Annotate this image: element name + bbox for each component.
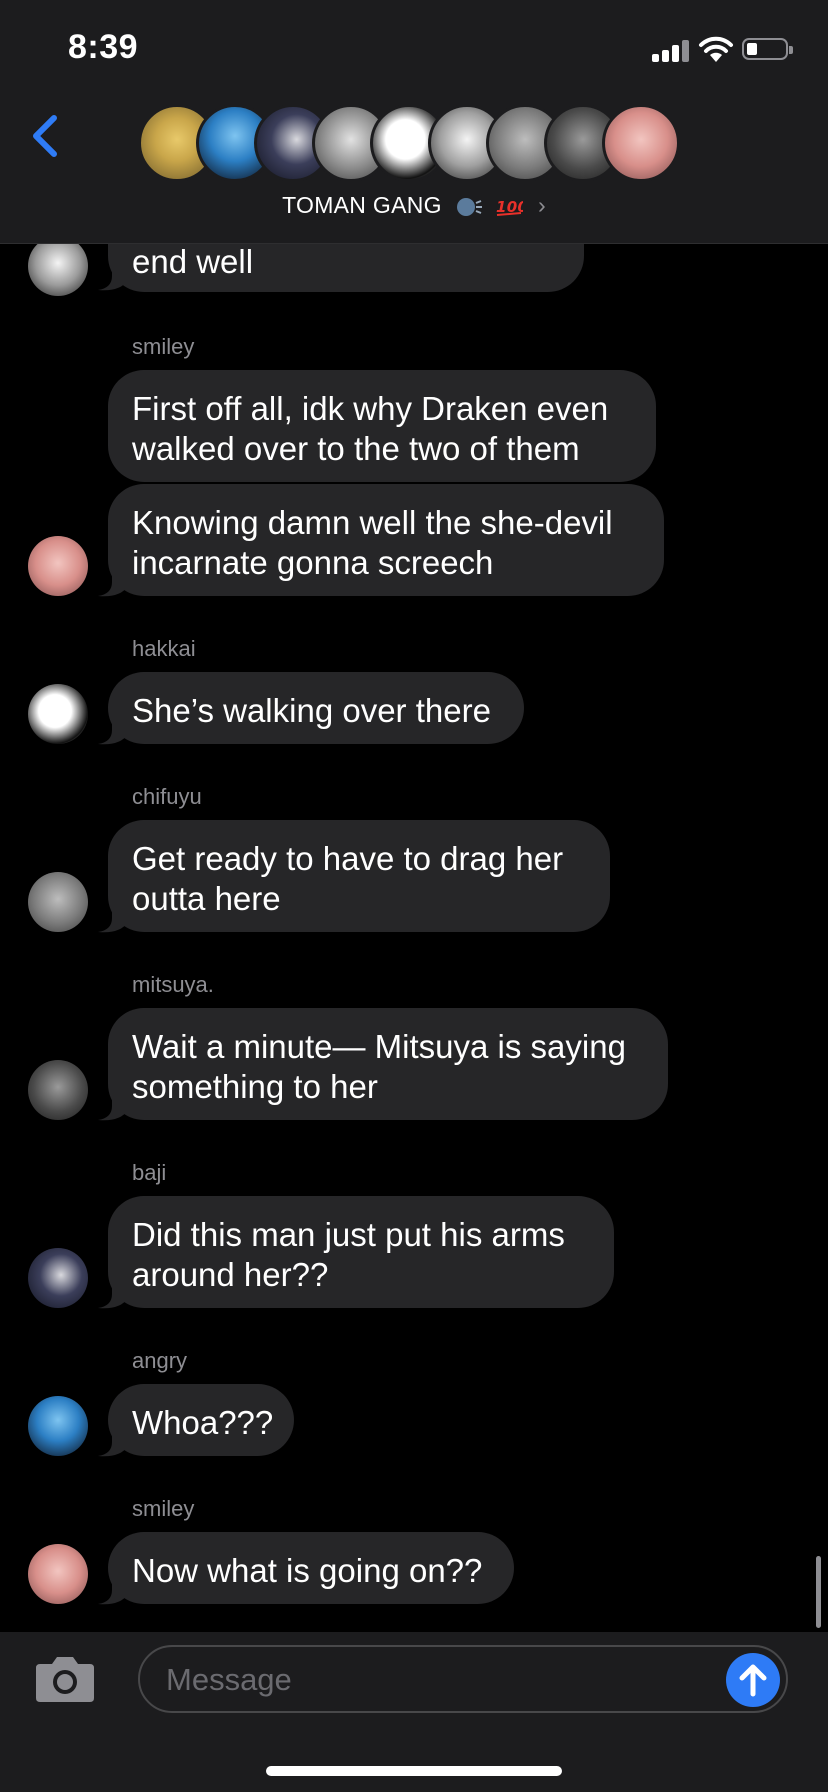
- message-bubble[interactable]: Knowing damn well the she-devil incarnat…: [108, 484, 664, 596]
- sender-name: chifuyu: [132, 784, 202, 809]
- message-bubble[interactable]: Whoa???: [108, 1384, 294, 1456]
- bubble-tail: [98, 1572, 128, 1605]
- bubble-tail: [98, 1088, 128, 1121]
- message-text: Wait a minute— Mitsuya is saying somethi…: [132, 1028, 626, 1105]
- bubble-tail: [98, 1424, 128, 1457]
- sender-name: baji: [132, 1160, 167, 1185]
- message-bubble[interactable]: Now what is going on??: [108, 1532, 514, 1604]
- message-bubble[interactable]: Wait a minute— Mitsuya is saying somethi…: [108, 1008, 668, 1120]
- message-bubble[interactable]: She’s walking over there: [108, 672, 524, 744]
- message-text: Get ready to have to drag her outta here: [132, 840, 564, 917]
- message-text: First off all, idk why Draken even walke…: [132, 390, 609, 467]
- avatar[interactable]: [28, 1544, 88, 1604]
- sender-name: smiley: [132, 334, 195, 359]
- sender-name: hakkai: [132, 636, 196, 661]
- message-text: Now what is going on??: [132, 1552, 483, 1589]
- cellular-signal-icon: [652, 40, 690, 62]
- bubble-tail: [98, 900, 128, 933]
- message-text: end well: [132, 244, 254, 280]
- avatar[interactable]: [28, 1396, 88, 1456]
- message-bubble[interactable]: First off all, idk why Draken even walke…: [108, 370, 656, 482]
- group-name[interactable]: TOMAN GANG 100 ›: [0, 192, 828, 219]
- group-avatar-stack[interactable]: [138, 104, 698, 184]
- home-indicator[interactable]: [266, 1766, 562, 1776]
- message-list[interactable]: end well smiley First off all, idk why D…: [0, 244, 828, 1632]
- message-text: Knowing damn well the she-devil incarnat…: [132, 504, 613, 581]
- sender-name: angry: [132, 1348, 188, 1373]
- avatar[interactable]: [28, 536, 88, 596]
- bubble-tail: [98, 1276, 128, 1309]
- bubble-tail: [98, 712, 128, 745]
- group-avatar: [602, 104, 680, 182]
- back-chevron-icon[interactable]: [28, 110, 64, 162]
- message-input[interactable]: Message: [138, 1645, 788, 1713]
- send-button[interactable]: [726, 1653, 780, 1707]
- avatar[interactable]: [28, 1248, 88, 1308]
- battery-icon: [742, 38, 793, 60]
- camera-icon[interactable]: [34, 1652, 96, 1704]
- avatar[interactable]: [28, 684, 88, 744]
- message-bubble[interactable]: Did this man just put his arms around he…: [108, 1196, 614, 1308]
- scrollbar[interactable]: [816, 1556, 821, 1628]
- hundred-points-emoji-icon: 100: [496, 198, 523, 216]
- avatar[interactable]: [28, 244, 88, 296]
- sender-name: mitsuya.: [132, 972, 214, 997]
- message-bubble[interactable]: end well: [108, 244, 584, 292]
- arrow-up-icon: [739, 1664, 767, 1697]
- avatar[interactable]: [28, 1060, 88, 1120]
- message-text: She’s walking over there: [132, 692, 491, 729]
- sender-name: smiley: [132, 1496, 195, 1521]
- speaking-head-emoji-icon: [456, 197, 482, 216]
- bubble-tail: [98, 258, 128, 291]
- wifi-icon: [699, 36, 733, 62]
- status-time: 8:39: [68, 28, 139, 66]
- bubble-tail: [98, 564, 128, 597]
- message-composer: Message: [0, 1632, 828, 1792]
- group-name-label: TOMAN GANG: [282, 192, 442, 218]
- message-input-placeholder: Message: [166, 1662, 292, 1697]
- message-bubble[interactable]: Get ready to have to drag her outta here: [108, 820, 610, 932]
- chevron-right-icon: ›: [537, 192, 546, 218]
- chat-header: 8:39 TOMAN GANG 100: [0, 0, 828, 244]
- message-text: Did this man just put his arms around he…: [132, 1216, 565, 1293]
- avatar[interactable]: [28, 872, 88, 932]
- message-text: Whoa???: [132, 1404, 274, 1441]
